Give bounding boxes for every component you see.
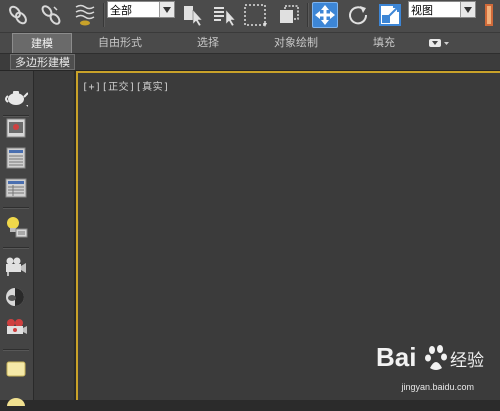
select-and-scale-button[interactable] [378, 2, 404, 28]
create-light-button[interactable] [4, 215, 28, 239]
render-camera-icon [7, 319, 27, 334]
render-teapot-icon [6, 288, 24, 306]
display-panel-icon [6, 361, 26, 377]
scene-explorer-button[interactable] [4, 176, 28, 200]
space-warp-icon [75, 4, 95, 26]
tab-modeling[interactable]: 建模 [12, 33, 72, 53]
select-cursor-icon [184, 6, 203, 27]
region-select-button[interactable] [243, 2, 269, 28]
tab-selection[interactable]: 选择 [184, 33, 232, 53]
unlink-tool-button[interactable] [38, 2, 64, 28]
material-editor-button[interactable] [4, 116, 28, 140]
viewport-general-menu[interactable]: [+] [82, 82, 102, 93]
selection-filter-dropdown[interactable]: 全部 [107, 1, 175, 18]
ribbon-options-button[interactable] [424, 33, 452, 53]
window-crossing-button[interactable] [276, 2, 302, 28]
ribbon-tab-bar: 建模 自由形式 选择 对象绘制 填充 [0, 33, 500, 54]
render-production-button[interactable] [4, 315, 28, 339]
pivot-center-button[interactable] [478, 2, 500, 28]
display-panel-button[interactable] [4, 357, 28, 381]
reference-coordinate-value: 视图 [411, 4, 433, 17]
broken-link-icon [41, 5, 61, 25]
viewport-label-menu: [+][正交][真实] [82, 78, 170, 93]
ribbon-options-icon [429, 39, 449, 47]
viewport-gutter [34, 71, 74, 400]
chevron-down-icon [460, 2, 475, 17]
main-toolbar: 全部 视图 [0, 0, 500, 33]
select-by-name-button[interactable] [212, 2, 238, 28]
list-panel-icon [6, 147, 26, 169]
watermark-url: jingyan.baidu.com [401, 382, 474, 392]
rotate-icon [349, 6, 368, 25]
pivot-center-icon [485, 4, 493, 26]
scale-icon [379, 4, 401, 26]
front-viewport[interactable]: [+][正交][真实] Bai 经验 jingyan.baidu.com [76, 71, 500, 400]
tab-freeform[interactable]: 自由形式 [86, 33, 154, 53]
chain-link-icon [9, 5, 27, 25]
reference-coordinate-dropdown[interactable]: 视图 [408, 1, 476, 18]
polygon-modeling-panel[interactable]: 多边形建模 [10, 54, 75, 70]
select-and-move-button[interactable] [312, 2, 338, 28]
baidu-paw-logo: Bai 经验 [376, 342, 484, 372]
select-object-button[interactable] [180, 2, 206, 28]
rectangle-region-icon [244, 4, 267, 27]
render-setup-button[interactable] [4, 285, 28, 309]
table-panel-icon [5, 178, 27, 198]
tab-object-paint[interactable]: 对象绘制 [262, 33, 330, 53]
create-geometry-button[interactable] [4, 85, 28, 109]
left-command-toolbar [0, 71, 34, 406]
move-arrows-icon [315, 5, 335, 25]
select-by-name-icon [214, 7, 236, 27]
window-crossing-icon [280, 5, 299, 23]
teapot-icon [5, 91, 28, 107]
bind-space-warp-button[interactable] [72, 2, 98, 28]
link-tool-button[interactable] [5, 2, 31, 28]
tab-populate[interactable]: 填充 [358, 33, 410, 53]
utilities-button[interactable] [4, 387, 28, 411]
viewport-shading-menu[interactable]: [真实] [136, 82, 170, 93]
ribbon-panel-bar: 多边形建模 [0, 54, 500, 71]
light-bulb-icon [7, 217, 28, 238]
layer-explorer-button[interactable] [4, 146, 28, 170]
chevron-down-icon [159, 2, 174, 17]
material-editor-icon [6, 118, 26, 138]
svg-text:Bai: Bai [376, 342, 416, 372]
baidu-jingyan-watermark: Bai 经验 [376, 340, 486, 378]
svg-text:经验: 经验 [450, 351, 484, 371]
camera-icon [6, 257, 26, 276]
select-and-rotate-button[interactable] [345, 2, 371, 28]
create-camera-button[interactable] [4, 254, 28, 278]
utilities-icon [7, 398, 25, 406]
viewport-point-of-view-menu[interactable]: [正交] [102, 82, 136, 93]
selection-filter-value: 全部 [110, 4, 132, 17]
